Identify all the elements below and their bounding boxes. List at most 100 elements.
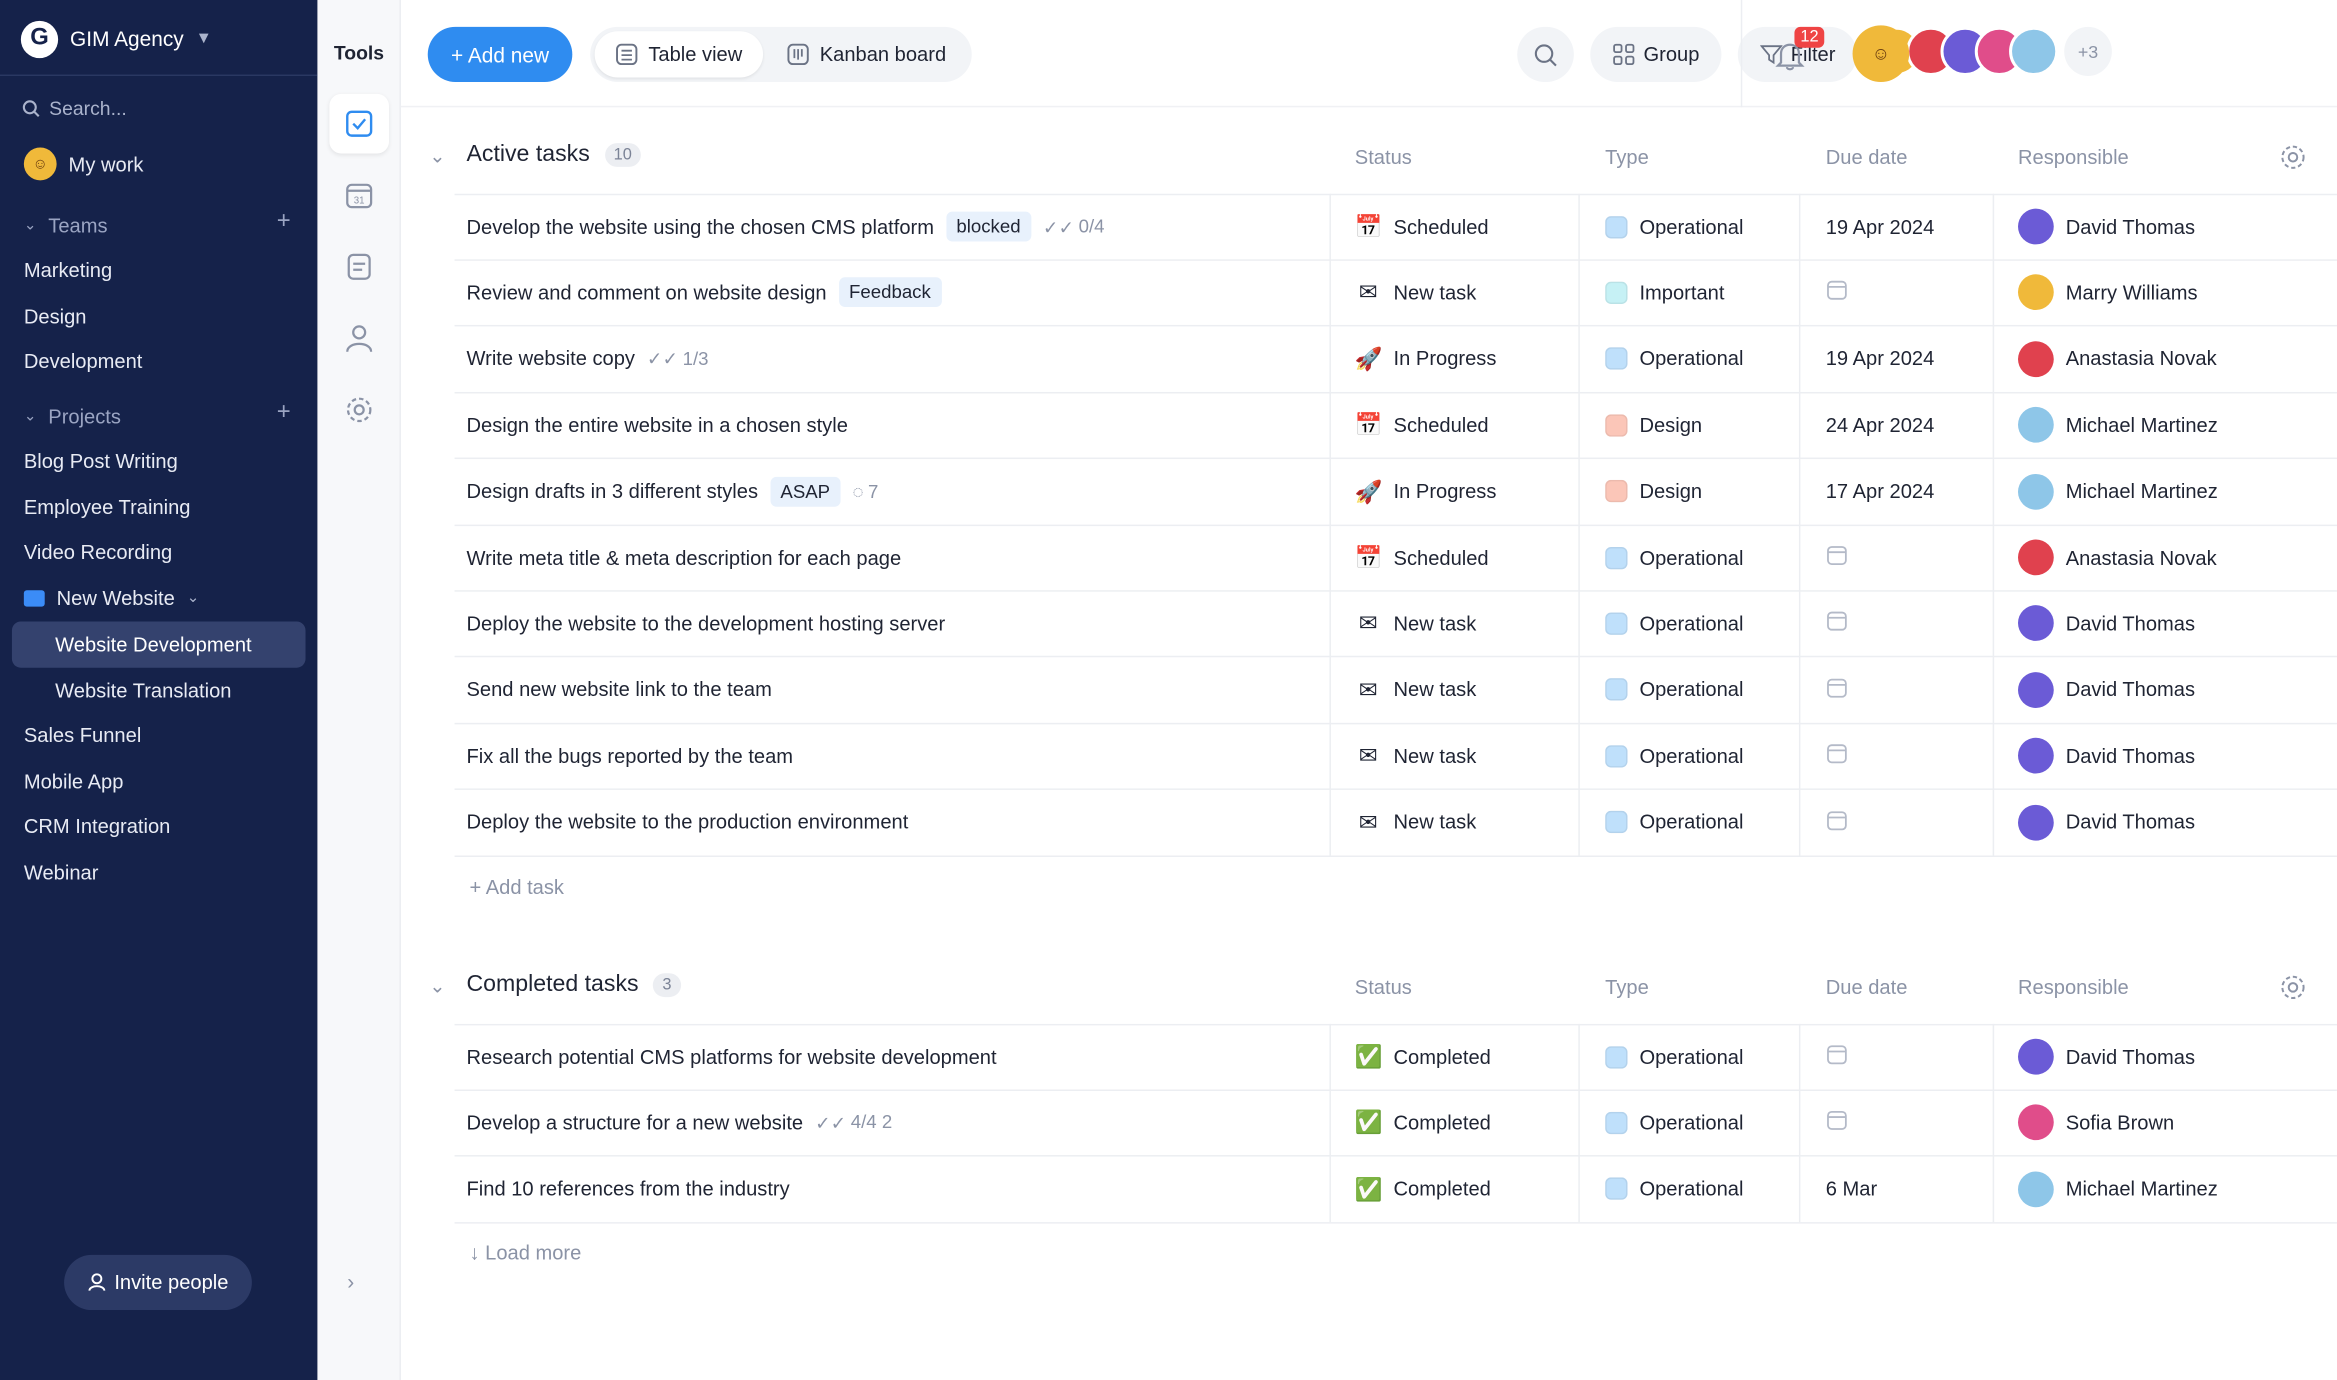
task-name-cell[interactable]: Deploy the website to the development ho… <box>466 606 945 642</box>
current-user-avatar[interactable]: ☺ <box>1852 25 1910 82</box>
collapse-chevron-right-icon[interactable]: › <box>347 1270 354 1294</box>
projects-section-header[interactable]: ⌄ Projects <box>24 398 121 434</box>
type-cell[interactable]: Design <box>1605 473 1702 509</box>
column-header-responsible[interactable]: Responsible <box>2018 146 2129 168</box>
add-project-plus-icon[interactable]: + <box>277 399 291 426</box>
task-name-cell[interactable]: Design drafts in 3 different styles ASAP ◌… <box>466 473 878 509</box>
add-team-plus-icon[interactable]: + <box>277 209 291 236</box>
collapse-completed-chevron-icon[interactable]: ⌄ <box>429 975 445 999</box>
settings-tool-button[interactable] <box>329 380 389 440</box>
sidebar-item-marketing[interactable]: Marketing <box>24 252 112 288</box>
docs-tool-button[interactable] <box>329 237 389 297</box>
responsible-cell[interactable]: David Thomas <box>2018 1038 2195 1075</box>
add-task-button[interactable]: + Add task <box>469 876 564 898</box>
gear-icon[interactable] <box>2279 143 2307 171</box>
type-cell[interactable]: Operational <box>1605 341 1743 377</box>
calendar-tool-button[interactable]: 31 <box>329 165 389 225</box>
task-name-cell[interactable]: Review and comment on website design Feed… <box>466 275 942 311</box>
type-cell[interactable]: Operational <box>1605 1105 1743 1141</box>
status-cell[interactable]: 🚀 In Progress <box>1355 341 1497 377</box>
responsible-cell[interactable]: Anastasia Novak <box>2018 340 2217 377</box>
responsible-cell[interactable]: Anastasia Novak <box>2018 539 2217 576</box>
responsible-cell[interactable]: David Thomas <box>2018 738 2195 774</box>
type-cell[interactable]: Operational <box>1605 738 1743 774</box>
gear-icon[interactable] <box>2279 973 2307 1001</box>
column-header-responsible[interactable]: Responsible <box>2018 976 2129 998</box>
status-cell[interactable]: ✅ Completed <box>1355 1039 1491 1075</box>
task-name-cell[interactable]: Write meta title & meta description for … <box>466 540 901 576</box>
sidebar-item-development[interactable]: Development <box>24 343 143 379</box>
sidebar-item-sales-funnel[interactable]: Sales Funnel <box>24 717 141 753</box>
status-cell[interactable]: ✅ Completed <box>1355 1171 1491 1207</box>
status-cell[interactable]: 📅 Scheduled <box>1355 407 1489 443</box>
task-name-cell[interactable]: Research potential CMS platforms for web… <box>466 1039 996 1075</box>
table-view-tab[interactable]: Table view <box>594 31 764 78</box>
sidebar-item-webinar[interactable]: Webinar <box>24 854 99 890</box>
load-more-button[interactable]: ↓ Load more <box>469 1242 581 1264</box>
status-cell[interactable]: ✉ New task <box>1355 672 1476 708</box>
sidebar-item-website-development[interactable]: Website Development <box>55 626 251 662</box>
type-cell[interactable]: Operational <box>1605 209 1743 245</box>
sidebar-search[interactable]: Search... <box>22 97 127 119</box>
task-name-cell[interactable]: Design the entire website in a chosen st… <box>466 407 847 443</box>
column-header-type[interactable]: Type <box>1605 976 1649 998</box>
responsible-cell[interactable]: David Thomas <box>2018 605 2195 642</box>
task-name-cell[interactable]: Fix all the bugs reported by the team <box>466 738 793 774</box>
task-name-cell[interactable]: Send new website link to the team <box>466 672 771 708</box>
due-date-cell[interactable] <box>1826 540 1848 576</box>
type-cell[interactable]: Operational <box>1605 804 1743 840</box>
invite-people-button[interactable]: Invite people <box>64 1254 252 1311</box>
column-header-due-date[interactable]: Due date <box>1826 146 1908 168</box>
task-tag[interactable]: Feedback <box>838 277 942 308</box>
type-cell[interactable]: Important <box>1605 275 1724 311</box>
sidebar-item-video-recording[interactable]: Video Recording <box>24 534 172 570</box>
type-cell[interactable]: Operational <box>1605 540 1743 576</box>
due-date-cell[interactable]: 19 Apr 2024 <box>1826 341 1935 377</box>
responsible-cell[interactable]: Sofia Brown <box>2018 1104 2174 1141</box>
due-date-cell[interactable] <box>1826 1039 1848 1075</box>
kanban-board-tab[interactable]: Kanban board <box>766 31 967 77</box>
type-cell[interactable]: Operational <box>1605 672 1743 708</box>
responsible-cell[interactable]: Michael Martinez <box>2018 473 2218 510</box>
status-cell[interactable]: 📅 Scheduled <box>1355 209 1489 245</box>
due-date-cell[interactable]: 24 Apr 2024 <box>1826 407 1935 443</box>
type-cell[interactable]: Operational <box>1605 606 1743 642</box>
add-new-button[interactable]: + Add new <box>427 26 573 82</box>
group-button[interactable]: Group <box>1590 26 1722 82</box>
due-date-cell[interactable] <box>1826 606 1848 642</box>
due-date-cell[interactable] <box>1826 275 1848 311</box>
task-tag[interactable]: ASAP <box>769 476 841 507</box>
due-date-cell[interactable]: 17 Apr 2024 <box>1826 473 1935 509</box>
teams-section-header[interactable]: ⌄ Teams <box>24 207 108 243</box>
responsible-cell[interactable]: Michael Martinez <box>2018 1171 2218 1207</box>
task-name-cell[interactable]: Deploy the website to the production env… <box>466 804 908 840</box>
collapse-active-chevron-icon[interactable]: ⌄ <box>429 145 445 169</box>
responsible-cell[interactable]: David Thomas <box>2018 804 2195 840</box>
column-header-due-date[interactable]: Due date <box>1826 976 1908 998</box>
responsible-cell[interactable]: Michael Martinez <box>2018 407 2218 443</box>
sidebar-item-mobile-app[interactable]: Mobile App <box>24 763 124 799</box>
sidebar-item-new-website[interactable]: New Website ⌄ <box>23 580 199 616</box>
task-name-cell[interactable]: Find 10 references from the industry <box>466 1171 789 1207</box>
sidebar-item-crm-integration[interactable]: CRM Integration <box>24 808 171 844</box>
type-cell[interactable]: Operational <box>1605 1171 1743 1207</box>
column-header-status[interactable]: Status <box>1355 146 1412 168</box>
type-cell[interactable]: Design <box>1605 407 1702 443</box>
sidebar-item-blog-post-writing[interactable]: Blog Post Writing <box>24 443 178 479</box>
sidebar-item-website-translation[interactable]: Website Translation <box>55 672 231 708</box>
workspace-switcher[interactable]: G GIM Agency ▼ <box>20 19 212 58</box>
sidebar-item-design[interactable]: Design <box>24 298 87 334</box>
search-button[interactable] <box>1517 26 1574 82</box>
sidebar-item-employee-training[interactable]: Employee Training <box>24 489 191 525</box>
due-date-cell[interactable] <box>1826 804 1848 840</box>
status-cell[interactable]: ✉ New task <box>1355 606 1476 642</box>
due-date-cell[interactable] <box>1826 1105 1848 1141</box>
task-name-cell[interactable]: Develop the website using the chosen CMS… <box>466 209 1105 245</box>
column-header-status[interactable]: Status <box>1355 976 1412 998</box>
type-cell[interactable]: Operational <box>1605 1039 1743 1075</box>
due-date-cell[interactable] <box>1826 672 1848 708</box>
sidebar-item-my-work[interactable]: ☺ My work <box>23 146 144 182</box>
status-cell[interactable]: ✅ Completed <box>1355 1105 1491 1141</box>
tasks-tool-button[interactable] <box>329 93 389 154</box>
responsible-cell[interactable]: David Thomas <box>2018 671 2195 708</box>
